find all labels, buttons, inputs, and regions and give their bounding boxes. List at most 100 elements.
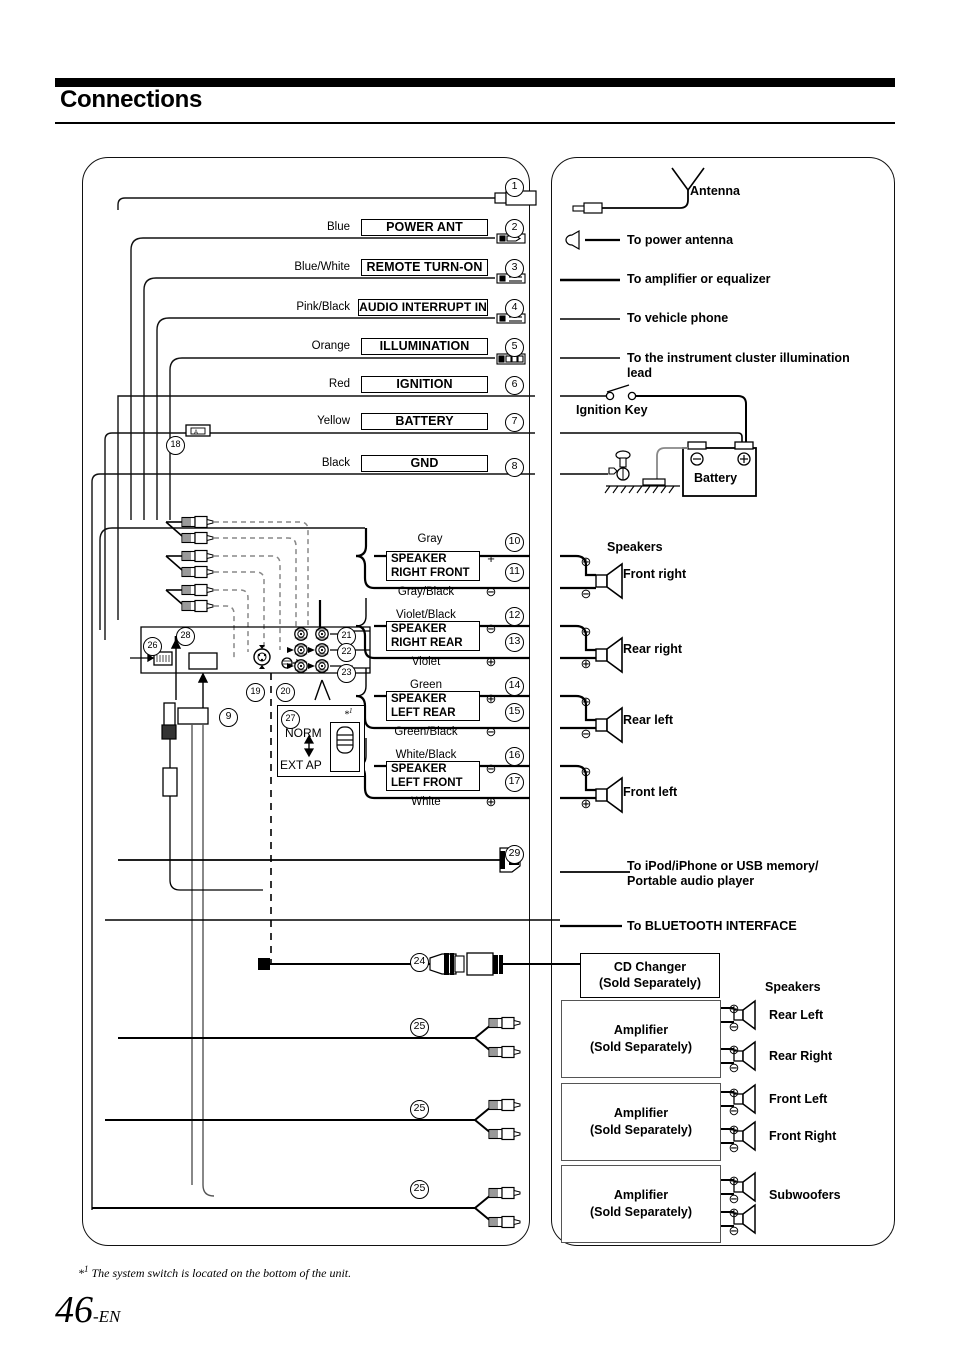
- page-number-suffix: -EN: [93, 1307, 121, 1326]
- amp-speaker-label-front-left: Front Left: [769, 1092, 828, 1106]
- ipod-usb-label-line1: To iPod/iPhone or USB memory/: [627, 859, 819, 873]
- callout-26: 26: [143, 637, 162, 656]
- speaker-label-front-left: Front left: [623, 785, 678, 799]
- polarity-minus: ⊖: [728, 1103, 740, 1118]
- polarity-minus: ⊖: [485, 724, 497, 739]
- amplifier-line1: Amplifier: [613, 1023, 669, 1037]
- amplifier-line1: Amplifier: [613, 1106, 669, 1120]
- callout-25-b: 25: [410, 1100, 429, 1119]
- amplifier-box-subwoofer: Amplifier (Sold Separately): [561, 1165, 721, 1243]
- polarity-plus: ⊕: [580, 554, 592, 569]
- page-title: Connections: [60, 86, 203, 113]
- callout-20: 20: [276, 683, 295, 702]
- polarity-minus: ⊖: [485, 621, 497, 636]
- polarity-minus: ⊖: [580, 726, 592, 741]
- speaker-name-line2: LEFT REAR: [391, 706, 456, 719]
- polarity-plus: ⊕: [728, 1085, 740, 1100]
- polarity-plus: ⊕: [580, 656, 592, 671]
- amp-speaker-label-subwoofers: Subwoofers: [769, 1188, 841, 1202]
- speaker-wire-color-white-black: White/Black: [395, 749, 457, 761]
- speaker-name-line1: SPEAKER: [391, 553, 447, 565]
- amp-speaker-label-front-right: Front Right: [769, 1129, 837, 1143]
- polarity-minus: ⊖: [485, 584, 497, 599]
- callout-29: 29: [505, 845, 524, 864]
- speaker-wire-color-gray-black: Gray/Black: [397, 586, 455, 598]
- polarity-minus: ⊖: [728, 1191, 740, 1206]
- callout-7: 7: [505, 413, 524, 432]
- wire-color-red: Red: [328, 378, 350, 390]
- callout-9: 9: [219, 708, 238, 727]
- cd-changer-line1: CD Changer: [613, 960, 687, 974]
- callout-1: 1: [505, 178, 524, 197]
- callout-15: 15: [505, 703, 524, 722]
- battery-label: Battery: [694, 471, 738, 485]
- lead-label-vehicle-phone: To vehicle phone: [627, 311, 729, 325]
- speaker-wire-color-green-black: Green/Black: [394, 726, 458, 738]
- speaker-wire-color-violet: Violet: [411, 656, 441, 668]
- speaker-wire-color-gray: Gray: [417, 533, 443, 545]
- page-root: Connections A 1 Blue POWER ANT 2 Blue/Wh…: [0, 0, 954, 1348]
- speaker-name-line2: RIGHT REAR: [391, 636, 463, 649]
- callout-2: 2: [505, 219, 524, 238]
- callout-3: 3: [505, 259, 524, 278]
- callout-23: 23: [337, 664, 356, 683]
- callout-22: 22: [337, 643, 356, 662]
- amplifier-box-front: Amplifier (Sold Separately): [561, 1083, 721, 1161]
- page-number-value: 46: [55, 1289, 93, 1331]
- callout-13: 13: [505, 633, 524, 652]
- polarity-plus: ⊕: [485, 794, 497, 809]
- wire-color-pink-black: Pink/Black: [296, 301, 350, 313]
- speaker-wire-color-green: Green: [410, 679, 442, 691]
- polarity-plus: ⊕: [580, 694, 592, 709]
- polarity-plus: ⊕: [728, 1122, 740, 1137]
- bluetooth-interface-label: To BLUETOOTH INTERFACE: [627, 919, 797, 933]
- callout-16: 16: [505, 747, 524, 766]
- page-number: 46-EN: [55, 1288, 120, 1332]
- polarity-minus: ⊖: [580, 764, 592, 779]
- amplifier-line1: Amplifier: [613, 1188, 669, 1202]
- cd-changer-line2: (Sold Separately): [598, 976, 702, 990]
- lead-label-amplifier-equalizer: To amplifier or equalizer: [627, 272, 771, 286]
- polarity-plus: ⊕: [580, 796, 592, 811]
- wire-color-yellow: Yellow: [317, 415, 350, 427]
- polarity-plus: ⊕: [485, 691, 497, 706]
- amp-speaker-label-rear-left: Rear Left: [769, 1008, 824, 1022]
- cd-changer-box: CD Changer (Sold Separately): [580, 953, 720, 998]
- lead-label-instrument-cluster-line2: lead: [627, 366, 653, 380]
- polarity-plus: +: [487, 551, 495, 566]
- function-label-battery: BATTERY: [361, 413, 488, 430]
- function-label-audio-interrupt-in: AUDIO INTERRUPT IN: [358, 299, 488, 316]
- speaker-name-line2: RIGHT FRONT: [391, 566, 470, 579]
- speakers-heading-amp: Speakers: [765, 980, 821, 994]
- amplifier-line2: (Sold Separately): [589, 1205, 693, 1219]
- amp-speaker-label-rear-right: Rear Right: [769, 1049, 833, 1063]
- callout-10: 10: [505, 533, 524, 552]
- polarity-minus: ⊖: [580, 586, 592, 601]
- callout-18: 18: [166, 436, 185, 455]
- function-label-power-ant: POWER ANT: [361, 219, 488, 236]
- speaker-label-rear-left: Rear left: [623, 713, 674, 727]
- lead-label-power-antenna: To power antenna: [627, 233, 734, 247]
- speaker-name-line2: LEFT FRONT: [391, 776, 463, 789]
- speaker-name-line1: SPEAKER: [391, 763, 447, 775]
- callout-12: 12: [505, 607, 524, 626]
- function-label-ignition: IGNITION: [361, 376, 488, 393]
- antenna-label: Antenna: [690, 184, 740, 198]
- polarity-plus: ⊕: [728, 1173, 740, 1188]
- polarity-plus: ⊕: [728, 1205, 740, 1220]
- callout-8: 8: [505, 458, 524, 477]
- speaker-wire-color-white: White: [411, 796, 441, 808]
- callout-4: 4: [505, 299, 524, 318]
- function-label-gnd: GND: [361, 455, 488, 472]
- speaker-label-right-front: SPEAKER RIGHT FRONT: [386, 551, 480, 581]
- speaker-label-rear-right: Rear right: [623, 642, 683, 656]
- callout-24: 24: [410, 953, 429, 972]
- polarity-minus: ⊖: [728, 1140, 740, 1155]
- speaker-label-right-rear: SPEAKER RIGHT REAR: [386, 621, 480, 651]
- footnote-text: The system switch is located on the bott…: [91, 1266, 352, 1280]
- ipod-usb-label-line2: Portable audio player: [627, 874, 755, 888]
- callout-6: 6: [505, 376, 524, 395]
- wire-color-blue: Blue: [326, 221, 350, 233]
- amplifier-box-rear: Amplifier (Sold Separately): [561, 1000, 721, 1078]
- header-rule-bottom: [55, 122, 895, 124]
